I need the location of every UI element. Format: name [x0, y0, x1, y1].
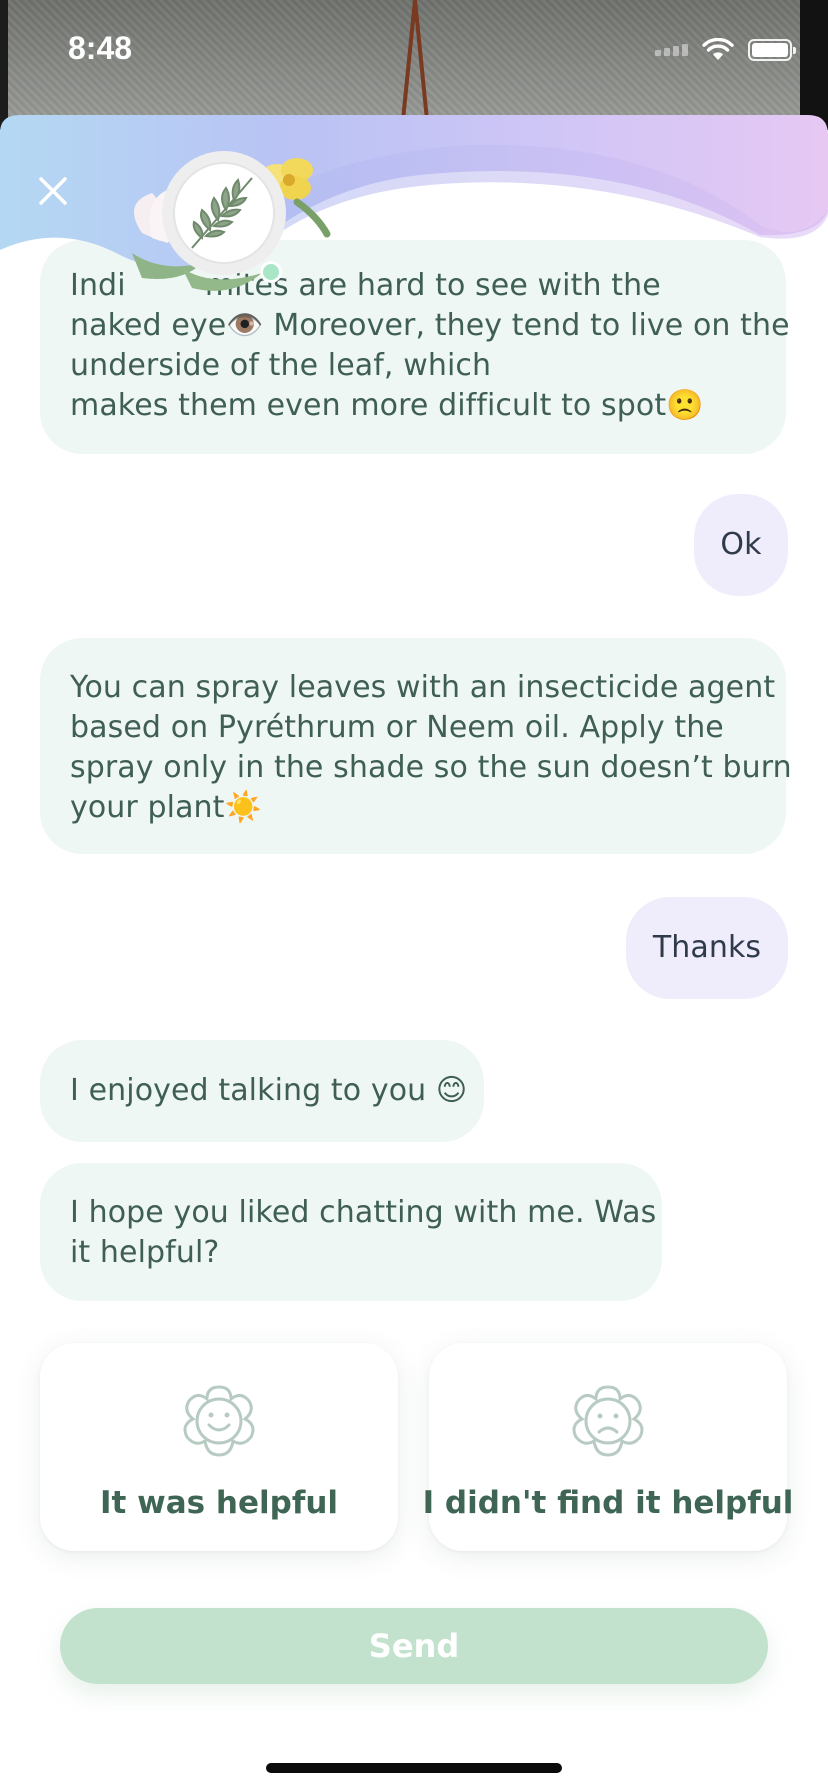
happy-flower-icon — [183, 1385, 255, 1457]
status-bar: 8:48 — [0, 0, 828, 100]
message-line: I hope you liked chatting with me. Was — [70, 1195, 657, 1230]
status-icons — [655, 38, 796, 62]
helpful-feedback-button[interactable]: It was helpful — [40, 1343, 398, 1551]
bot-message: I enjoyed talking to you 😊 — [40, 1040, 484, 1142]
battery-icon — [748, 39, 796, 61]
home-indicator — [266, 1763, 562, 1773]
message-line: it helpful? — [70, 1235, 220, 1270]
message-text: Thanks — [652, 930, 762, 965]
message-line: makes them even more difficult to spot🙁 — [70, 388, 704, 423]
message-line: spray only in the shade so the sun doesn… — [70, 750, 792, 785]
close-icon — [39, 177, 67, 205]
message-line: based on Pyréthrum or Neem oil. Apply th… — [70, 710, 724, 745]
message-text: Ok — [720, 527, 762, 562]
not-helpful-feedback-button[interactable]: I didn't find it helpful — [423, 1343, 793, 1551]
not-helpful-label: I didn't find it helpful — [422, 1485, 794, 1521]
helpful-label: It was helpful — [99, 1485, 339, 1521]
message-line: I enjoyed talking to you 😊 — [70, 1073, 468, 1108]
message-line: You can spray leaves with an insecticide… — [70, 670, 776, 705]
user-message: Thanks — [626, 897, 788, 999]
message-line: your plant☀️ — [70, 790, 262, 825]
cellular-signal-icon — [655, 44, 688, 56]
close-button[interactable] — [30, 168, 76, 214]
send-button[interactable]: Send — [60, 1608, 768, 1684]
plant-avatar-icon — [132, 151, 331, 291]
plant-avatar — [112, 138, 337, 298]
sad-flower-icon — [572, 1385, 644, 1457]
send-button-label: Send — [368, 1627, 460, 1665]
message-line: underside of the leaf, which — [70, 348, 492, 383]
status-time: 8:48 — [68, 30, 133, 66]
bot-message: You can spray leaves with an insecticide… — [40, 638, 792, 854]
wifi-icon — [702, 38, 734, 60]
bot-message: I hope you liked chatting with me. Was i… — [40, 1163, 662, 1301]
user-message: Ok — [694, 494, 788, 596]
